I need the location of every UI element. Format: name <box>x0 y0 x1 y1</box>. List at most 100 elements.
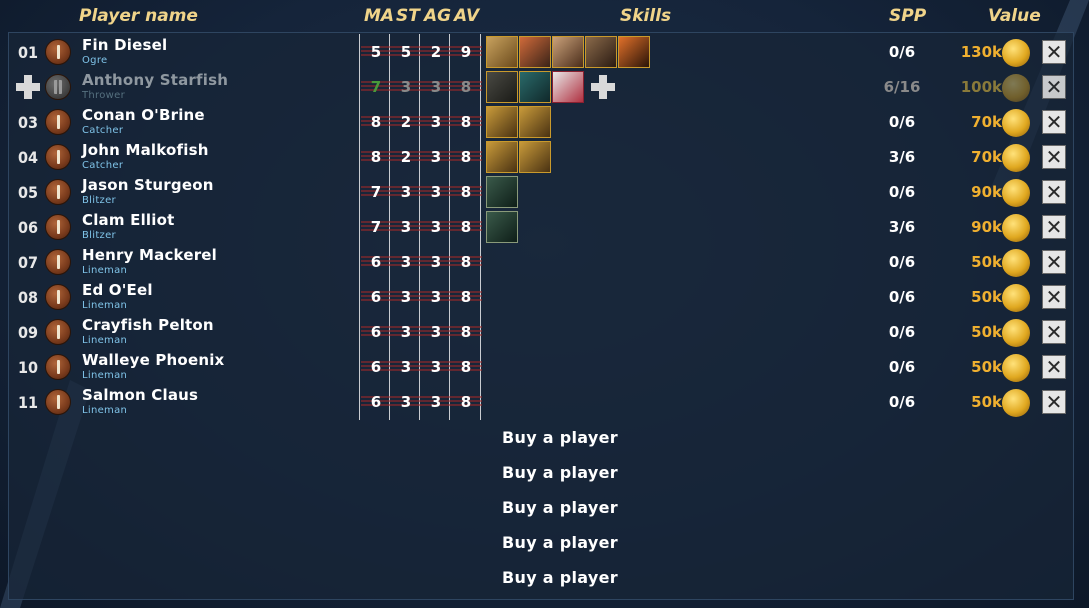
player-row[interactable]: 04 John Malkofish Catcher 8 2 3 8 3/6 70k ✕ <box>10 140 1070 175</box>
player-row[interactable]: 01 Fin Diesel Ogre 5 5 2 9 0/6 130k ✕ <box>10 35 1070 70</box>
fire-player-button[interactable]: ✕ <box>1042 40 1066 64</box>
stat-ag: 3 <box>430 78 442 96</box>
player-row[interactable]: 09 Crayfish Pelton Lineman 6 3 3 8 0/6 50k ✕ <box>10 315 1070 350</box>
player-value: 130k <box>960 43 1002 61</box>
player-spp: 0/6 <box>888 253 916 271</box>
stat-ma: 5 <box>370 43 382 61</box>
player-level-badge-icon <box>45 354 71 380</box>
skill-icon-b[interactable] <box>519 36 551 68</box>
stat-ma: 6 <box>370 393 382 411</box>
skill-icon-c[interactable] <box>552 36 584 68</box>
stat-st: 3 <box>400 253 412 271</box>
player-row[interactable]: Anthony Starfish Thrower 7 3 3 8 6/16 100k ✕ <box>10 70 1070 105</box>
skill-icon-j[interactable] <box>486 176 518 208</box>
player-name[interactable]: Fin Diesel <box>82 36 167 54</box>
stat-av: 8 <box>460 393 472 411</box>
fire-player-button[interactable]: ✕ <box>1042 250 1066 274</box>
stat-av: 8 <box>460 218 472 236</box>
stat-st: 3 <box>400 218 412 236</box>
skill-icon-e[interactable] <box>618 36 650 68</box>
fire-player-button[interactable]: ✕ <box>1042 145 1066 169</box>
player-name[interactable]: John Malkofish <box>82 141 209 159</box>
header-av: AV <box>454 6 480 26</box>
skill-icon-i[interactable] <box>486 106 518 138</box>
buy-player-button[interactable]: Buy a player <box>480 533 640 552</box>
skill-icon-j[interactable] <box>486 211 518 243</box>
buy-player-button[interactable]: Buy a player <box>480 498 640 517</box>
player-name[interactable]: Jason Sturgeon <box>82 176 214 194</box>
skill-icon-f[interactable] <box>486 71 518 103</box>
player-name[interactable]: Conan O'Brine <box>82 106 205 124</box>
skills-list <box>486 106 551 139</box>
stat-av: 8 <box>460 183 472 201</box>
header-st: ST <box>396 6 420 26</box>
stat-ma: 7 <box>370 218 382 236</box>
player-position: Catcher <box>82 125 124 136</box>
player-position: Lineman <box>82 370 128 381</box>
player-row[interactable]: 11 Salmon Claus Lineman 6 3 3 8 0/6 50k ✕ <box>10 385 1070 420</box>
stat-ag: 3 <box>430 148 442 166</box>
fire-player-button[interactable]: ✕ <box>1042 355 1066 379</box>
fire-player-button[interactable]: ✕ <box>1042 180 1066 204</box>
player-name[interactable]: Clam Elliot <box>82 211 174 229</box>
player-name[interactable]: Henry Mackerel <box>82 246 217 264</box>
fire-player-button[interactable]: ✕ <box>1042 320 1066 344</box>
player-name[interactable]: Anthony Starfish <box>82 71 228 89</box>
buy-player-button[interactable]: Buy a player <box>480 428 640 447</box>
player-position: Blitzer <box>82 195 116 206</box>
player-number: 08 <box>18 288 39 307</box>
stat-ag: 3 <box>430 393 442 411</box>
skills-list <box>486 211 518 244</box>
player-value: 90k <box>971 183 1002 201</box>
player-row[interactable]: 06 Clam Elliot Blitzer 7 3 3 8 3/6 90k ✕ <box>10 210 1070 245</box>
player-spp: 0/6 <box>888 113 916 131</box>
skill-icon-i[interactable] <box>486 141 518 173</box>
player-spp: 0/6 <box>888 288 916 306</box>
stat-ag: 2 <box>430 43 442 61</box>
stat-ma: 6 <box>370 358 382 376</box>
player-position: Blitzer <box>82 230 116 241</box>
stat-av: 8 <box>460 288 472 306</box>
fire-player-button[interactable]: ✕ <box>1042 110 1066 134</box>
player-value: 90k <box>971 218 1002 236</box>
player-row[interactable]: 10 Walleye Phoenix Lineman 6 3 3 8 0/6 50k ✕ <box>10 350 1070 385</box>
player-name[interactable]: Salmon Claus <box>82 386 198 404</box>
skill-icon-h[interactable] <box>552 71 584 103</box>
stat-ma: 6 <box>370 253 382 271</box>
player-number: 09 <box>18 323 39 342</box>
stat-ag: 3 <box>430 323 442 341</box>
player-level-badge-icon <box>45 74 71 100</box>
player-name[interactable]: Walleye Phoenix <box>82 351 224 369</box>
stat-av: 8 <box>460 253 472 271</box>
player-number: 01 <box>18 43 39 62</box>
player-row[interactable]: 07 Henry Mackerel Lineman 6 3 3 8 0/6 50k ✕ <box>10 245 1070 280</box>
buy-player-button[interactable]: Buy a player <box>480 463 640 482</box>
buy-player-button[interactable]: Buy a player <box>480 568 640 587</box>
player-row[interactable]: 05 Jason Sturgeon Blitzer 7 3 3 8 0/6 90k ✕ <box>10 175 1070 210</box>
gold-coin-icon <box>1002 354 1030 382</box>
player-row[interactable]: 03 Conan O'Brine Catcher 8 2 3 8 0/6 70k ✕ <box>10 105 1070 140</box>
player-value: 70k <box>971 113 1002 131</box>
stat-ma: 8 <box>370 113 382 131</box>
player-position: Thrower <box>82 90 125 101</box>
fire-player-button[interactable]: ✕ <box>1042 215 1066 239</box>
fire-player-button[interactable]: ✕ <box>1042 390 1066 414</box>
gold-coin-icon <box>1002 179 1030 207</box>
player-number: 07 <box>18 253 39 272</box>
skill-icon-i[interactable] <box>519 106 551 138</box>
player-row[interactable]: 08 Ed O'Eel Lineman 6 3 3 8 0/6 50k ✕ <box>10 280 1070 315</box>
skill-icon-a[interactable] <box>486 36 518 68</box>
skill-icon-d[interactable] <box>585 36 617 68</box>
player-name[interactable]: Crayfish Pelton <box>82 316 214 334</box>
gold-coin-icon <box>1002 319 1030 347</box>
stat-ag: 3 <box>430 288 442 306</box>
fire-player-button[interactable]: ✕ <box>1042 285 1066 309</box>
player-name[interactable]: Ed O'Eel <box>82 281 153 299</box>
player-number: 11 <box>18 393 39 412</box>
skill-icon-g[interactable] <box>519 71 551 103</box>
stat-av: 8 <box>460 148 472 166</box>
fire-player-button[interactable]: ✕ <box>1042 75 1066 99</box>
skill-icon-i[interactable] <box>519 141 551 173</box>
gold-coin-icon <box>1002 249 1030 277</box>
stat-av: 8 <box>460 113 472 131</box>
